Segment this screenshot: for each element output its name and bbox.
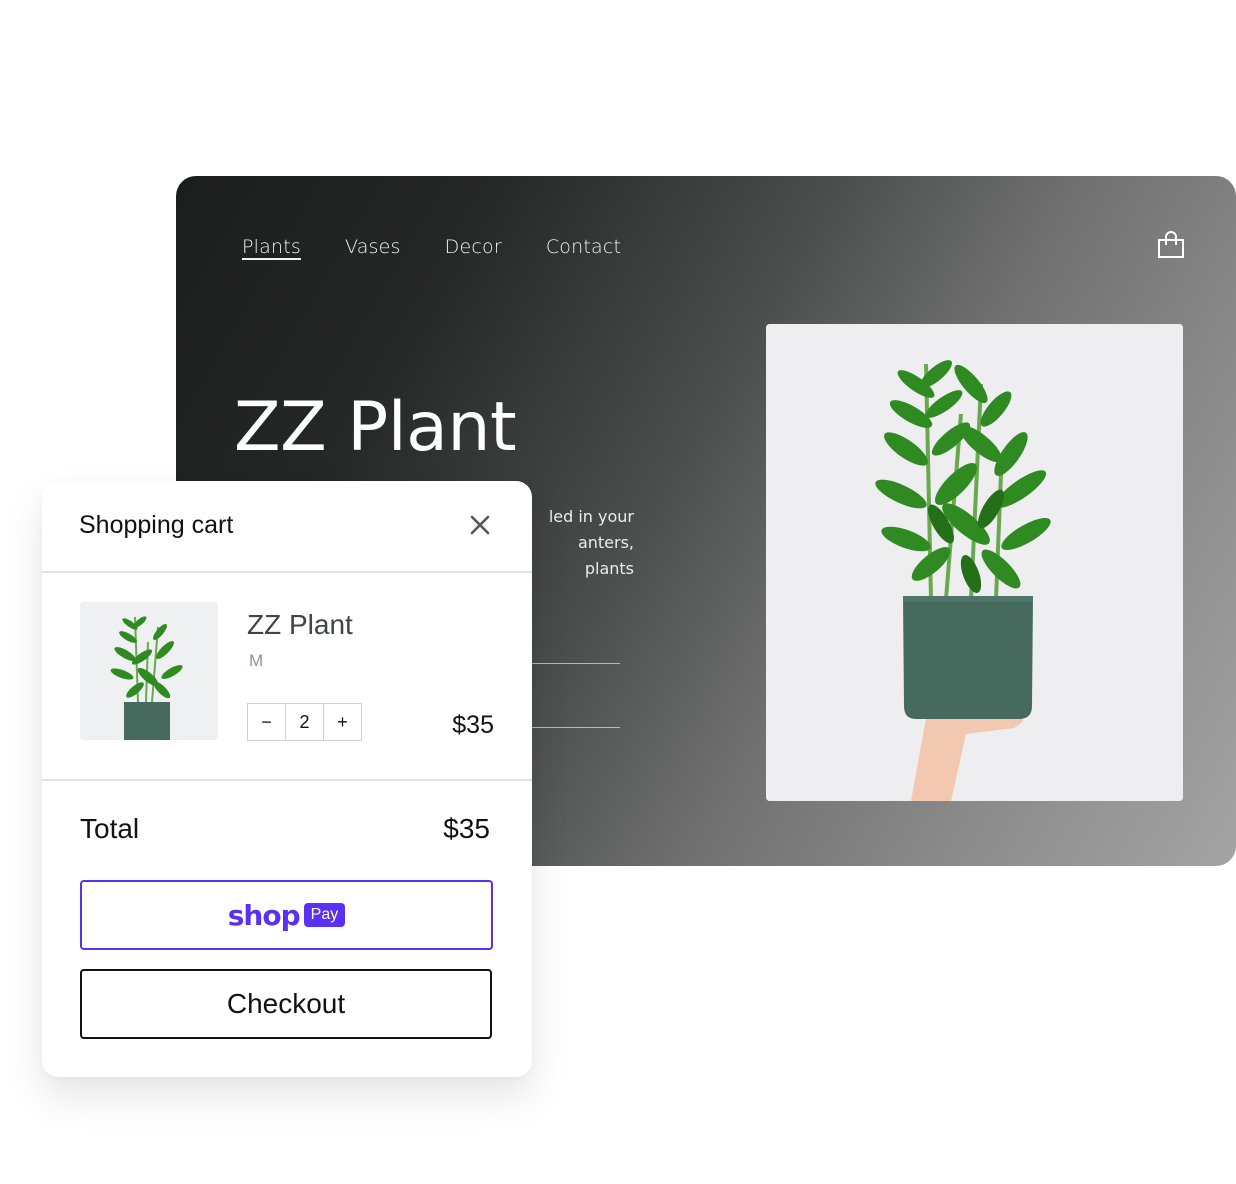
decrement-button[interactable]: − [248,704,285,740]
cart-item-price: $35 [452,711,494,739]
nav-plants[interactable]: Plants [242,234,301,260]
cart-title: Shopping cart [79,511,234,539]
total-value: $35 [443,813,490,844]
total-label: Total [80,813,140,844]
divider [42,779,532,781]
shopping-bag-icon[interactable] [1156,230,1186,260]
shop-pay-button[interactable]: shop Pay [80,880,493,950]
product-image [766,324,1183,801]
shopping-cart-panel: Shopping cart ZZ Plant M − 2 + $35 Total… [42,481,532,1077]
cart-item-name: ZZ Plant [247,609,353,640]
shop-pay-badge: Pay [303,903,346,927]
shop-pay-logo-text: shop [227,898,301,932]
close-icon[interactable] [466,511,494,539]
cart-item-variant: M [249,651,264,670]
nav-decor[interactable]: Decor [445,234,502,260]
quantity-stepper: − 2 + [247,703,362,741]
quantity-value[interactable]: 2 [285,704,323,740]
divider [42,571,532,573]
cart-item-image [80,602,218,740]
checkout-button[interactable]: Checkout [80,969,492,1039]
main-nav: Plants Vases Decor Contact [242,234,665,260]
increment-button[interactable]: + [323,704,361,740]
nav-vases[interactable]: Vases [345,234,401,260]
product-title: ZZ Plant [234,388,517,467]
nav-contact[interactable]: Contact [546,234,621,260]
